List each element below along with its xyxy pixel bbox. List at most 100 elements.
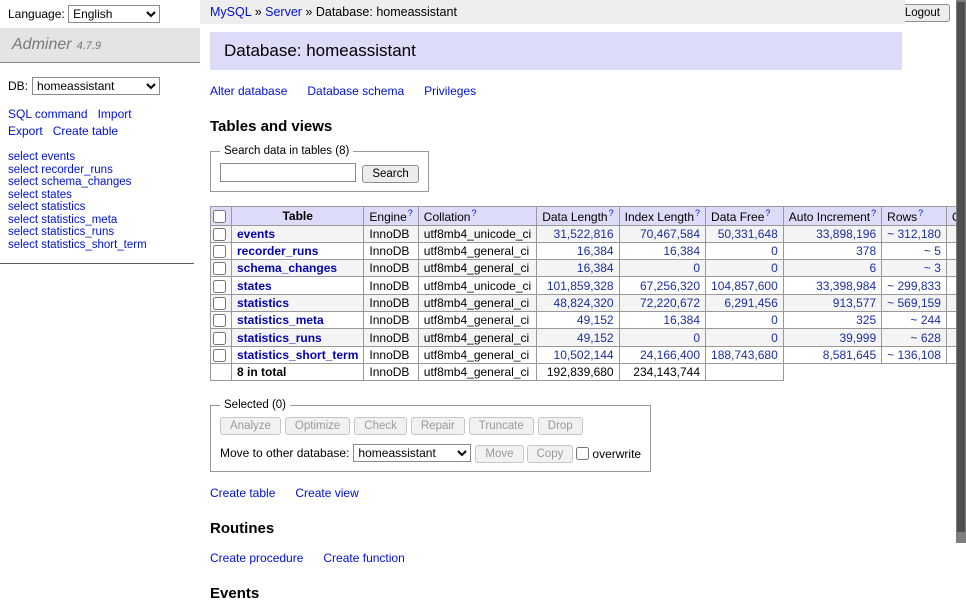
cell-auto-increment: 378 — [783, 242, 881, 259]
table-link-statistics[interactable]: statistics — [237, 296, 289, 310]
cell-rows: ~ 312,180 — [882, 225, 947, 242]
sidebar-select-events[interactable]: select events — [8, 151, 75, 163]
table-link-recorder-runs[interactable]: recorder_runs — [237, 244, 318, 258]
nav-alter-database[interactable]: Alter database — [210, 84, 287, 98]
table-name-cell: recorder_runs — [232, 242, 364, 259]
sidebar-table-links: select eventsselect recorder_runsselect … — [0, 149, 194, 264]
row-checkbox[interactable] — [213, 245, 226, 258]
total-index-length: 234,143,744 — [619, 364, 705, 381]
column-header-table: Table — [232, 206, 364, 225]
table-name-cell: statistics_meta — [232, 312, 364, 329]
app-name[interactable]: Adminer — [12, 36, 72, 53]
row-checkbox[interactable] — [213, 297, 226, 310]
total-row: 8 in totalInnoDButf8mb4_general_ci192,83… — [211, 364, 966, 381]
nav-privileges[interactable]: Privileges — [424, 84, 476, 98]
sidebar-action-export[interactable]: Export — [8, 124, 43, 138]
breadcrumb-server[interactable]: Server — [265, 5, 302, 19]
row-checkbox[interactable] — [213, 228, 226, 241]
cell-auto-increment: 325 — [783, 312, 881, 329]
scrollbar[interactable] — [956, 0, 966, 543]
link-create-view[interactable]: Create view — [295, 486, 358, 500]
cell-index-length: 0 — [619, 260, 705, 277]
column-help-icon[interactable]: ? — [871, 208, 876, 218]
sidebar-select-schema-changes[interactable]: select schema_changes — [8, 176, 131, 188]
row-checkbox[interactable] — [213, 280, 226, 293]
table-name-cell: statistics — [232, 294, 364, 311]
cell-index-length: 16,384 — [619, 242, 705, 259]
search-fieldset: Search data in tables (8) Search — [210, 145, 429, 192]
breadcrumb-separator: » — [302, 5, 316, 19]
cell-data-length: 31,522,816 — [537, 225, 619, 242]
row-checkbox[interactable] — [213, 332, 226, 345]
scrollbar-thumb[interactable] — [957, 2, 965, 532]
cell-collation: utf8mb4_general_ci — [418, 294, 536, 311]
link-create-procedure[interactable]: Create procedure — [210, 551, 303, 565]
row-checkbox-cell — [211, 260, 232, 277]
breadcrumb: MySQL » Server » Database: homeassistant — [200, 0, 905, 24]
nav-database-schema[interactable]: Database schema — [307, 84, 404, 98]
cell-index-length: 24,166,400 — [619, 346, 705, 363]
app-logo: Adminer 4.7.9 — [0, 28, 200, 63]
table-name-cell: statistics_short_term — [232, 346, 364, 363]
language-select[interactable]: English — [68, 5, 160, 23]
cell-rows: ~ 299,833 — [882, 277, 947, 294]
column-help-icon[interactable]: ? — [471, 208, 476, 218]
sidebar-select-statistics-runs[interactable]: select statistics_runs — [8, 226, 114, 238]
table-link-statistics-meta[interactable]: statistics_meta — [237, 313, 324, 327]
sidebar-action-create-table[interactable]: Create table — [53, 124, 118, 138]
analyze-button[interactable]: Analyze — [220, 417, 281, 435]
cell-collation: utf8mb4_unicode_ci — [418, 225, 536, 242]
move-db-select[interactable]: homeassistant — [353, 444, 471, 462]
link-create-function[interactable]: Create function — [323, 551, 404, 565]
sidebar-select-recorder-runs[interactable]: select recorder_runs — [8, 164, 113, 176]
link-create-table[interactable]: Create table — [210, 486, 275, 500]
row-checkbox[interactable] — [213, 262, 226, 275]
drop-button[interactable]: Drop — [538, 417, 583, 435]
table-link-statistics-short-term[interactable]: statistics_short_term — [237, 348, 358, 362]
search-button[interactable]: Search — [362, 165, 418, 183]
select-all-checkbox[interactable] — [213, 210, 226, 223]
column-help-icon[interactable]: ? — [918, 208, 923, 218]
sidebar-action-sql-command[interactable]: SQL command — [8, 107, 88, 121]
breadcrumb-current: Database: homeassistant — [316, 5, 457, 19]
sidebar-select-statistics[interactable]: select statistics — [8, 201, 85, 213]
copy-button[interactable]: Copy — [527, 445, 574, 463]
column-help-icon[interactable]: ? — [765, 208, 770, 218]
cell-collation: utf8mb4_general_ci — [418, 329, 536, 346]
sidebar-select-states[interactable]: select states — [8, 189, 72, 201]
select-all-cell — [211, 206, 232, 225]
cell-data-free: 104,857,600 — [706, 277, 784, 294]
search-legend: Search data in tables (8) — [220, 145, 353, 157]
check-button[interactable]: Check — [354, 417, 407, 435]
column-help-icon[interactable]: ? — [609, 208, 614, 218]
table-link-events[interactable]: events — [237, 227, 275, 241]
cell-index-length: 70,467,584 — [619, 225, 705, 242]
cell-rows: ~ 5 — [882, 242, 947, 259]
move-row: Move to other database: homeassistant Mo… — [220, 444, 641, 463]
column-help-icon[interactable]: ? — [695, 208, 700, 218]
cell-collation: utf8mb4_general_ci — [418, 260, 536, 277]
repair-button[interactable]: Repair — [411, 417, 465, 435]
sidebar-action-import[interactable]: Import — [98, 107, 132, 121]
truncate-button[interactable]: Truncate — [469, 417, 534, 435]
move-button[interactable]: Move — [475, 445, 523, 463]
optimize-button[interactable]: Optimize — [285, 417, 350, 435]
cell-auto-increment: 913,577 — [783, 294, 881, 311]
column-help-icon[interactable]: ? — [408, 208, 413, 218]
row-checkbox[interactable] — [213, 349, 226, 362]
row-checkbox[interactable] — [213, 314, 226, 327]
app-version[interactable]: 4.7.9 — [77, 40, 101, 52]
sidebar-select-statistics-short-term[interactable]: select statistics_short_term — [8, 239, 147, 251]
sidebar-select-statistics-meta[interactable]: select statistics_meta — [8, 214, 117, 226]
events-heading: Events — [210, 585, 916, 602]
table-link-schema-changes[interactable]: schema_changes — [237, 261, 337, 275]
overwrite-checkbox[interactable] — [576, 447, 589, 460]
search-input[interactable] — [220, 163, 356, 182]
db-select[interactable]: homeassistant — [32, 77, 160, 95]
column-header-data-length: Data Length? — [537, 206, 619, 225]
cell-data-length: 16,384 — [537, 260, 619, 277]
table-link-statistics-runs[interactable]: statistics_runs — [237, 331, 322, 345]
breadcrumb-mysql[interactable]: MySQL — [210, 5, 251, 19]
column-header-rows: Rows? — [882, 206, 947, 225]
table-link-states[interactable]: states — [237, 279, 272, 293]
